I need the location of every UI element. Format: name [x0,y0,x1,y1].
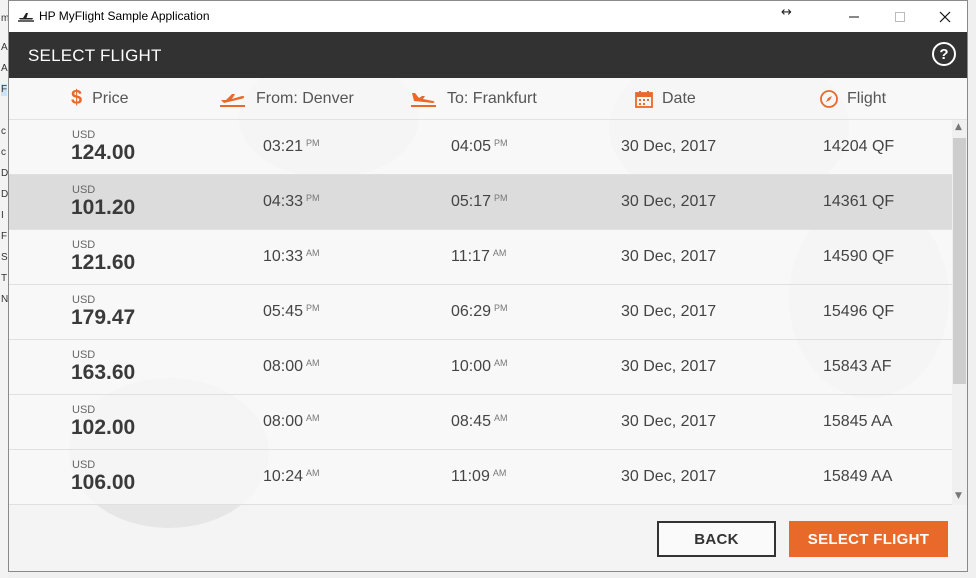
bg-letter: F [1,231,8,242]
arrival-time: 10:00 AM [451,358,508,375]
app-plane-icon [17,9,35,23]
column-date-label: Date [662,89,696,107]
flight-number: 14204 QF [823,138,895,155]
bg-letter: S [1,252,8,263]
flight-row[interactable]: USD 179.47 05:45 PM 06:29 PM 30 Dec, 2017 … [9,285,952,340]
price-currency: USD [72,459,96,471]
departure-time: 08:00 AM [263,358,320,375]
column-price[interactable]: $ Price [71,78,129,119]
flight-date: 30 Dec, 2017 [621,413,717,430]
column-date[interactable]: Date [634,78,696,119]
flight-number: 15496 QF [823,303,895,320]
departure-time: 03:21 PM [263,138,320,155]
price-currency: USD [72,184,96,196]
flight-row-selected[interactable]: USD 101.20 04:33 PM 05:17 PM 30 Dec, 2017 … [9,175,952,230]
scroll-up-arrow-icon[interactable]: ▲ [955,122,962,132]
flight-date: 30 Dec, 2017 [621,248,717,265]
departure-time: 04:33 PM [263,193,320,210]
app-window: HP MyFlight Sample Application ↔ SELECT … [8,0,968,572]
title-bar: HP MyFlight Sample Application ↔ [9,1,967,32]
flight-row[interactable]: USD 121.60 10:33 AM 11:17 AM 30 Dec, 2017 … [9,230,952,285]
page-header: SELECT FLIGHT ? [9,32,967,78]
compass-icon [820,89,838,108]
flight-date: 30 Dec, 2017 [621,193,717,210]
price-currency: USD [72,404,96,416]
price-currency: USD [72,294,96,306]
flight-date: 30 Dec, 2017 [621,303,717,320]
price-value: 102.00 [71,416,136,439]
column-flight[interactable]: Flight [819,78,886,119]
close-icon [939,11,951,22]
column-flight-label: Flight [847,89,887,107]
bg-letter: c [1,147,6,158]
column-price-label: Price [92,89,129,107]
back-button[interactable]: BACK [657,521,776,557]
arrival-time: 04:05 PM [451,138,508,155]
departure-time: 10:33 AM [263,248,320,265]
bg-letter: A [1,42,8,53]
flight-number: 15843 AF [823,358,892,375]
flight-date: 30 Dec, 2017 [621,138,717,155]
flight-row[interactable]: USD 163.60 08:00 AM 10:00 AM 30 Dec, 2017 … [9,340,952,395]
price-currency: USD [72,349,96,361]
calendar-icon [635,90,653,108]
dollar-icon: $ [71,87,83,109]
departure-time: 05:45 PM [263,303,320,320]
flight-number: 15849 AA [823,468,893,485]
bg-letter: T [1,273,8,284]
price-value: 124.00 [71,141,136,164]
flight-row[interactable]: USD 102.00 08:00 AM 08:45 AM 30 Dec, 2017 … [9,395,952,450]
flight-date: 30 Dec, 2017 [621,358,717,375]
flight-results-panel: $ Price From: Denver To: Frankfurt Date … [9,78,967,571]
column-to-label: To: Frankfurt [447,89,537,107]
list-scrollbar[interactable]: ▲ ▼ [952,120,967,505]
column-from-label: From: Denver [256,89,354,107]
price-value: 121.60 [71,251,136,274]
departure-time: 08:00 AM [263,413,320,430]
price-value: 106.00 [71,471,136,494]
help-icon: ? [939,45,949,63]
price-value: 179.47 [71,306,136,329]
bg-letter: F [1,84,8,96]
arrival-time: 11:17 AM [451,248,507,265]
resize-arrows-icon[interactable]: ↔ [781,5,792,20]
page-title: SELECT FLIGHT [28,46,162,65]
minimize-button[interactable] [831,1,877,32]
arrival-time: 11:09 AM [451,468,507,485]
plane-arrival-icon [411,92,436,107]
flight-number: 15845 AA [823,413,893,430]
price-value: 163.60 [71,361,136,384]
background-window-strip: m A A F c c D D I F S T N [0,0,9,578]
maximize-button[interactable] [877,1,923,32]
arrival-time: 06:29 PM [451,303,508,320]
close-button[interactable] [922,1,967,32]
select-flight-button[interactable]: SELECT FLIGHT [789,521,948,557]
arrival-time: 08:45 AM [451,413,508,430]
bg-letter: c [1,126,6,137]
flight-number: 14361 QF [823,193,895,210]
departure-time: 10:24 AM [263,468,320,485]
price-currency: USD [72,129,96,141]
bg-letter: A [1,63,8,74]
column-to[interactable]: To: Frankfurt [409,78,537,119]
plane-departure-icon [220,93,245,107]
flight-row[interactable]: USD 124.00 03:21 PM 04:05 PM 30 Dec, 2017 … [9,120,952,175]
price-currency: USD [72,239,96,251]
flight-list: USD 124.00 03:21 PM 04:05 PM 30 Dec, 2017 … [9,120,952,505]
column-header-row: $ Price From: Denver To: Frankfurt Date … [9,78,967,120]
scrollbar-thumb[interactable] [953,138,966,384]
scroll-down-arrow-icon[interactable]: ▼ [955,491,962,501]
flight-number: 14590 QF [823,248,895,265]
column-from[interactable]: From: Denver [218,78,354,119]
arrival-time: 05:17 PM [451,193,508,210]
flight-date: 30 Dec, 2017 [621,468,717,485]
maximize-icon [895,11,905,22]
price-value: 101.20 [71,196,136,219]
window-title: HP MyFlight Sample Application [39,9,210,23]
help-button[interactable]: ? [932,42,956,66]
bg-letter: I [1,210,4,221]
flight-row[interactable]: USD 106.00 10:24 AM 11:09 AM 30 Dec, 2017 … [9,450,952,505]
minimize-icon [849,16,859,17]
